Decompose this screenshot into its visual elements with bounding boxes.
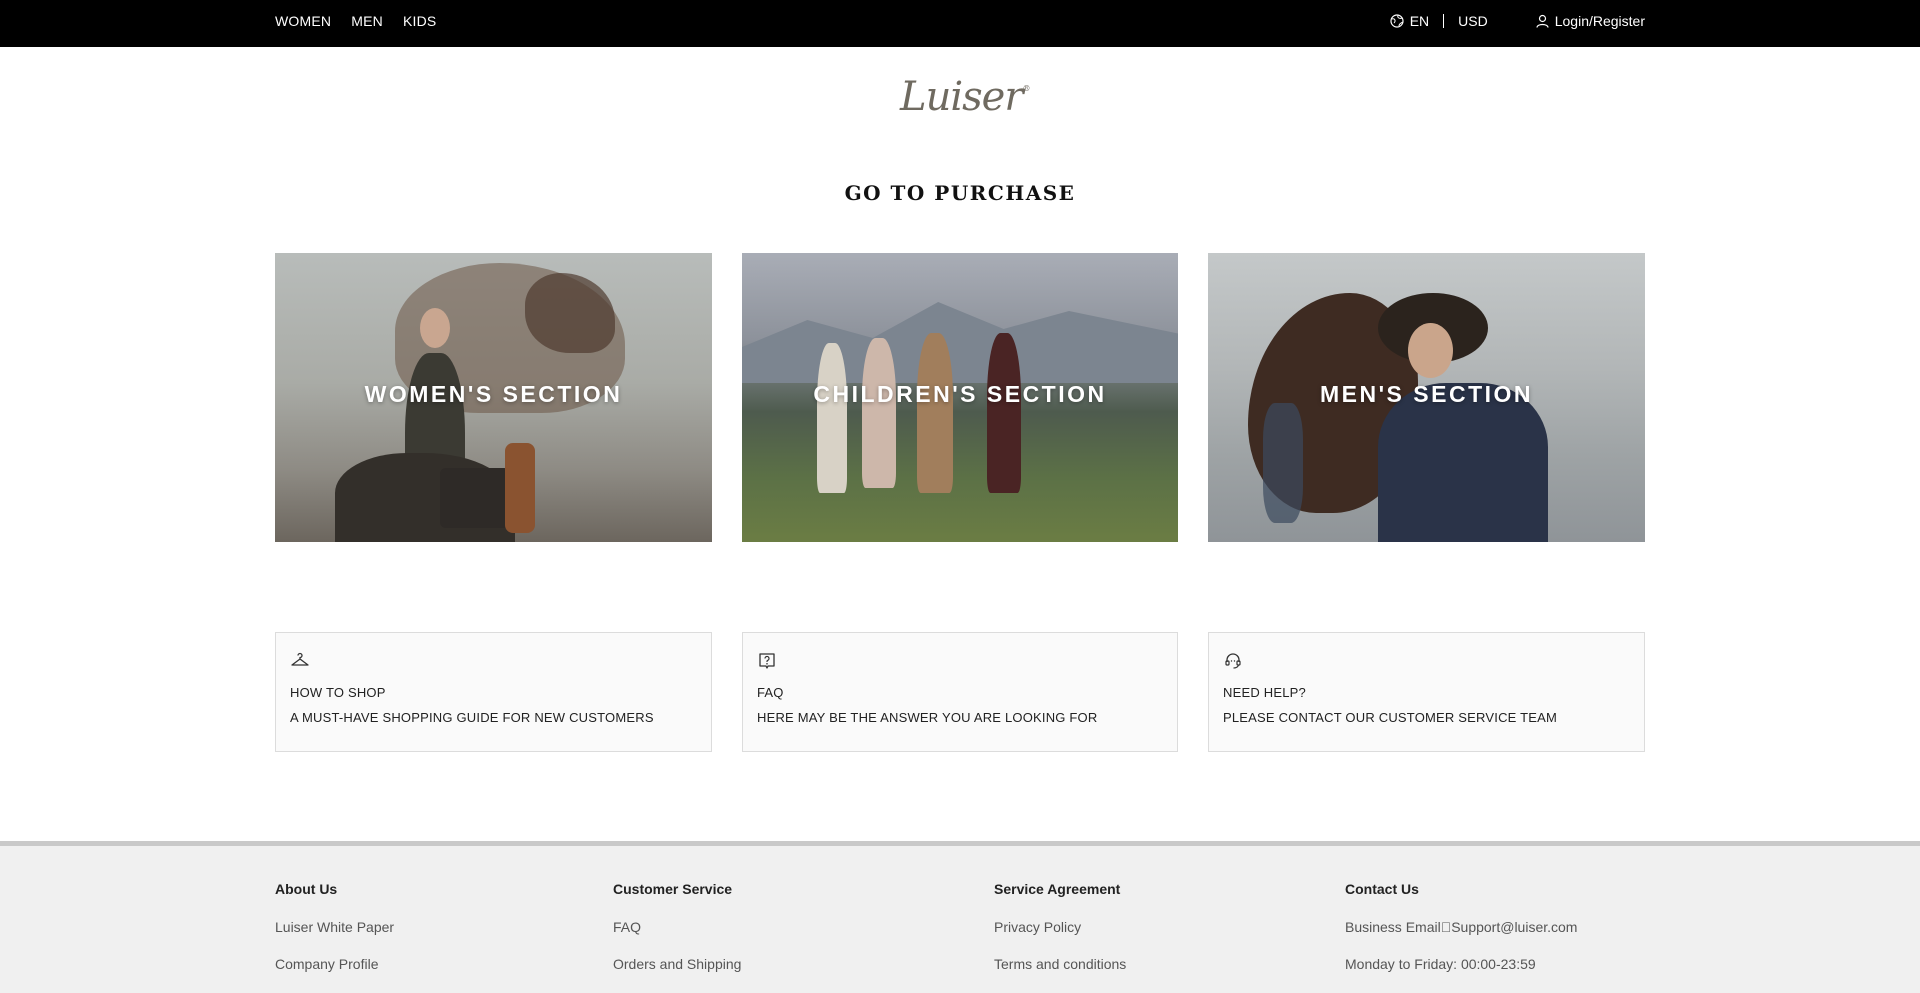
globe-icon bbox=[1390, 14, 1404, 28]
login-register-link[interactable]: Login/Register bbox=[1536, 13, 1645, 29]
footer-link-terms[interactable]: Terms and conditions bbox=[994, 956, 1126, 972]
faq-card[interactable]: FAQ HERE MAY BE THE ANSWER YOU ARE LOOKI… bbox=[742, 632, 1178, 752]
need-help-subtitle: PLEASE CONTACT OUR CUSTOMER SERVICE TEAM bbox=[1223, 710, 1558, 725]
childrens-section-label: CHILDREN'S SECTION bbox=[813, 381, 1107, 407]
main-nav: WOMEN MEN KIDS bbox=[275, 13, 436, 29]
nav-men[interactable]: MEN bbox=[351, 13, 383, 29]
language-selector[interactable]: EN bbox=[1390, 13, 1429, 29]
faq-title: FAQ bbox=[757, 685, 784, 700]
womens-section-label: WOMEN'S SECTION bbox=[364, 381, 623, 407]
footer-customer-service: Customer Service FAQ Orders and Shipping bbox=[613, 881, 741, 993]
footer-link-orders-shipping[interactable]: Orders and Shipping bbox=[613, 956, 741, 972]
how-to-shop-title: HOW TO SHOP bbox=[290, 685, 386, 700]
need-help-card[interactable]: NEED HELP? PLEASE CONTACT OUR CUSTOMER S… bbox=[1208, 632, 1645, 752]
footer-link-faq[interactable]: FAQ bbox=[613, 919, 741, 935]
footer-link-company-profile[interactable]: Company Profile bbox=[275, 956, 394, 972]
brand-logo-text: Luiser bbox=[900, 74, 1023, 120]
mens-section-card[interactable]: MEN'S SECTION bbox=[1208, 253, 1645, 542]
hanger-icon bbox=[290, 651, 310, 671]
nav-women[interactable]: WOMEN bbox=[275, 13, 331, 29]
footer-link-privacy-policy[interactable]: Privacy Policy bbox=[994, 919, 1126, 935]
footer-agreement-heading: Service Agreement bbox=[994, 881, 1121, 897]
mens-section-label: MEN'S SECTION bbox=[1319, 381, 1534, 407]
currency-selector[interactable]: USD bbox=[1458, 13, 1488, 29]
user-icon bbox=[1536, 14, 1549, 28]
faq-icon bbox=[757, 651, 777, 671]
top-bar: WOMEN MEN KIDS EN USD Login/Register bbox=[0, 0, 1920, 47]
footer-contact-heading: Contact Us bbox=[1345, 881, 1419, 897]
footer-about: About Us Luiser White Paper Company Prof… bbox=[275, 881, 394, 993]
footer-service-agreement: Service Agreement Privacy Policy Terms a… bbox=[994, 881, 1126, 993]
faq-subtitle: HERE MAY BE THE ANSWER YOU ARE LOOKING F… bbox=[757, 710, 1098, 725]
footer-business-email: Business Email Support@luiser.com bbox=[1345, 919, 1578, 935]
womens-section-card[interactable]: WOMEN'S SECTION bbox=[275, 253, 712, 542]
footer-service-heading: Customer Service bbox=[613, 881, 733, 897]
page-title: GO TO PURCHASE bbox=[844, 181, 1076, 205]
headset-icon bbox=[1223, 651, 1243, 671]
childrens-section-card[interactable]: CHILDREN'S SECTION bbox=[742, 253, 1178, 542]
divider bbox=[1443, 14, 1445, 28]
footer-hours: Monday to Friday: 00:00-23:59 bbox=[1345, 956, 1536, 972]
brand-logo[interactable]: Luiser® bbox=[900, 74, 1030, 126]
login-label: Login/Register bbox=[1554, 13, 1645, 29]
need-help-title: NEED HELP? bbox=[1223, 685, 1306, 700]
top-utilities: EN USD Login/Register bbox=[1390, 13, 1645, 29]
how-to-shop-subtitle: A MUST-HAVE SHOPPING GUIDE FOR NEW CUSTO… bbox=[290, 710, 654, 725]
language-label: EN bbox=[1409, 13, 1430, 29]
nav-kids[interactable]: KIDS bbox=[403, 13, 436, 29]
footer-link-white-paper[interactable]: Luiser White Paper bbox=[275, 919, 394, 935]
footer: About Us Luiser White Paper Company Prof… bbox=[0, 841, 1920, 993]
footer-contact: Contact Us Business Email Support@luiser… bbox=[1345, 881, 1577, 993]
footer-about-heading: About Us bbox=[275, 881, 338, 897]
how-to-shop-card[interactable]: HOW TO SHOP A MUST-HAVE SHOPPING GUIDE F… bbox=[275, 632, 712, 752]
